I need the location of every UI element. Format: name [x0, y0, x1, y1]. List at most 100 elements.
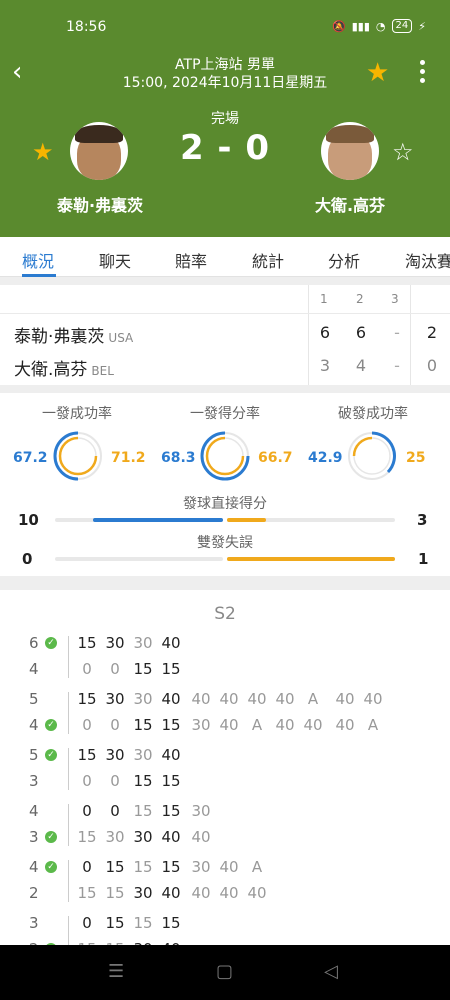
- away-set-1: 3: [319, 356, 331, 375]
- point-score: 40: [161, 828, 181, 846]
- point-score: 40: [335, 716, 355, 734]
- ring-first-serve-won: [200, 431, 250, 481]
- bar-away-double-faults: 1: [418, 550, 429, 568]
- point-score: 40: [219, 716, 239, 734]
- away-country: BEL: [91, 364, 114, 378]
- tab-knockout[interactable]: 淘汰賽: [405, 248, 450, 272]
- home-set-3: -: [394, 323, 400, 342]
- game-divider: [68, 636, 69, 678]
- favorite-home-star-icon[interactable]: ★: [32, 138, 54, 166]
- point-score: 30: [133, 828, 153, 846]
- point-score: 0: [82, 914, 92, 932]
- set-score-table: 1 2 3 泰勒·弗裏茨 USA 6 6 - 2 大衛.高芬 BEL 3 4 - 0: [0, 285, 450, 385]
- bar-away-aces: 3: [417, 511, 428, 529]
- active-tab-indicator: [22, 274, 56, 277]
- point-score: 40: [161, 634, 181, 652]
- away-total: 0: [426, 356, 438, 375]
- point-score: 40: [363, 690, 383, 708]
- tab-chat[interactable]: 聊天: [99, 248, 131, 272]
- point-score: 40: [219, 690, 239, 708]
- game-divider: [68, 916, 69, 945]
- match-score: 2 - 0: [179, 128, 271, 168]
- set-header-2: 2: [356, 292, 364, 306]
- stat-home-first-serve-in: 67.2: [13, 450, 48, 466]
- system-nav-bar: ☰ ▢ ◁: [0, 945, 450, 1000]
- recent-apps-icon[interactable]: ☰: [108, 961, 124, 982]
- game-score-bottom: 3: [29, 828, 39, 846]
- serve-check-icon: ✓: [45, 637, 57, 649]
- bar-title-aces: 發球直接得分: [183, 496, 267, 512]
- point-score: 30: [105, 828, 125, 846]
- point-score: 40: [335, 690, 355, 708]
- tab-overview[interactable]: 概況: [22, 248, 54, 272]
- more-options-icon[interactable]: [414, 58, 430, 86]
- point-score: 40: [247, 690, 267, 708]
- serve-check-icon: ✓: [45, 861, 57, 873]
- point-score: 0: [110, 660, 120, 678]
- wifi-icon: ◔: [375, 19, 386, 33]
- point-score: 15: [77, 746, 97, 764]
- point-score: 30: [105, 746, 125, 764]
- battery-icon: 24: [391, 19, 413, 33]
- favorite-away-star-icon[interactable]: ☆: [392, 138, 414, 166]
- stat-away-first-serve-in: 71.2: [111, 450, 146, 466]
- serve-check-icon: ✓: [45, 719, 57, 731]
- point-score: 30: [105, 634, 125, 652]
- bar-fill-away-aces: [227, 518, 266, 522]
- point-score: 40: [191, 884, 211, 902]
- tab-odds[interactable]: 賠率: [175, 248, 207, 272]
- back-nav-icon[interactable]: ◁: [324, 961, 338, 982]
- point-score: 30: [133, 634, 153, 652]
- tab-stats[interactable]: 統計: [252, 248, 284, 272]
- point-score: 15: [133, 914, 153, 932]
- point-score: 30: [191, 858, 211, 876]
- away-set-3: -: [394, 356, 400, 375]
- tab-bar: 概況 聊天 賠率 統計 分析 淘汰賽: [0, 237, 450, 277]
- point-score: 30: [133, 690, 153, 708]
- point-score: 40: [275, 716, 295, 734]
- game-score-top: 5: [29, 746, 39, 764]
- home-player-avatar[interactable]: [70, 122, 128, 180]
- point-score: 30: [191, 716, 211, 734]
- point-score: 15: [105, 914, 125, 932]
- point-score: 40: [161, 690, 181, 708]
- serve-check-icon: ✓: [45, 749, 57, 761]
- point-score: 0: [82, 660, 92, 678]
- game-divider: [68, 804, 69, 846]
- point-score: 40: [191, 690, 211, 708]
- point-score: 15: [161, 716, 181, 734]
- home-icon[interactable]: ▢: [216, 961, 233, 982]
- favorite-match-star-icon[interactable]: ★: [366, 58, 389, 88]
- ring-first-serve-in: [53, 431, 102, 481]
- tab-analysis[interactable]: 分析: [328, 248, 360, 272]
- stats-panel: 一發成功率 67.2 71.2 一發得分率 68.3 66.7 破發成功率 42…: [0, 393, 450, 576]
- point-score: 0: [110, 802, 120, 820]
- point-score: 30: [191, 802, 211, 820]
- point-score: A: [367, 716, 379, 734]
- away-set-2: 4: [355, 356, 367, 375]
- point-score: 30: [133, 746, 153, 764]
- away-player-name[interactable]: 大衛.高芬: [280, 192, 420, 216]
- stat-home-first-serve-won: 68.3: [161, 450, 196, 466]
- bar-home-aces: 10: [18, 511, 39, 529]
- bar-fill-away-double-faults: [227, 557, 395, 561]
- match-header: 18:56 🔕 ▮▮▮ ◔ 24 ⚡ ‹ ATP上海站 男單 15:00, 20…: [0, 0, 450, 237]
- point-score: 30: [133, 884, 153, 902]
- serve-check-icon: ✓: [45, 831, 57, 843]
- away-player-avatar[interactable]: [321, 122, 379, 180]
- home-player-name[interactable]: 泰勒·弗裏茨: [30, 192, 170, 216]
- point-score: A: [307, 690, 319, 708]
- point-score: 40: [247, 884, 267, 902]
- bar-title-double-faults: 雙發失誤: [197, 535, 253, 551]
- stat-home-break-points: 42.9: [308, 450, 343, 466]
- game-divider: [68, 860, 69, 902]
- stat-away-first-serve-won: 66.7: [258, 450, 293, 466]
- point-score: A: [251, 716, 263, 734]
- point-score: 15: [105, 858, 125, 876]
- point-score: 30: [105, 690, 125, 708]
- set-header-1: 1: [320, 292, 328, 306]
- point-score: 15: [161, 914, 181, 932]
- stat-away-break-points: 25: [406, 450, 426, 466]
- point-score: 40: [191, 828, 211, 846]
- point-score: 40: [275, 690, 295, 708]
